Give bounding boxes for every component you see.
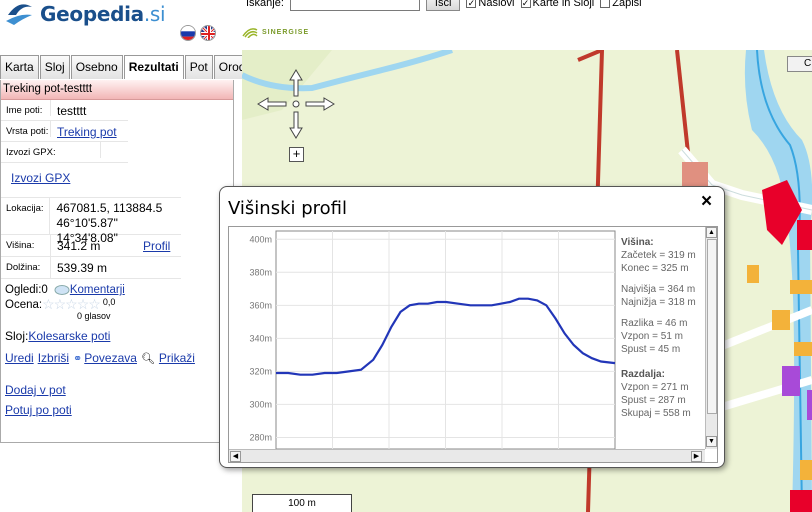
checkbox-records[interactable]: Zapisi — [600, 0, 642, 9]
stat-end: Konec = 325 m — [621, 263, 689, 274]
sinergise-text: SINERGISE — [262, 28, 310, 36]
delete-link[interactable]: Izbriši — [38, 351, 69, 365]
y-tick-label: 320m — [249, 366, 272, 376]
edit-link[interactable]: Uredi — [5, 351, 34, 365]
scroll-up-icon[interactable]: ▲ — [706, 227, 717, 238]
zoom-in-button[interactable]: + — [289, 147, 304, 162]
length-value: 539.39 m — [57, 261, 108, 275]
stat-dist-total: Skupaj = 558 m — [621, 408, 691, 419]
sinergise-logo[interactable]: SINERGISE — [242, 26, 309, 38]
gpx-label: Izvozi GPX: — [1, 142, 101, 158]
chain-link-icon: ⚭ — [73, 352, 83, 365]
stat-height-header: Višina: — [621, 237, 654, 248]
location-label: Lokacija: — [1, 198, 51, 234]
stat-highest: Najvišja = 364 m — [621, 284, 696, 295]
height-value: 341.2 m — [57, 239, 101, 253]
scroll-left-icon[interactable]: ◀ — [230, 451, 241, 462]
elevation-chart: 280m 300m 320m 340m 360m 380m 400m — [249, 230, 616, 449]
panel-title: Treking pot-testttt — [1, 80, 233, 100]
y-tick-label: 280m — [249, 432, 272, 442]
export-gpx-link[interactable]: Izvozi GPX — [11, 171, 70, 185]
checkbox-names-label: Naslovi — [478, 0, 515, 9]
stats-panel: Višina: Začetek = 319 m Konec = 325 m Na… — [621, 231, 711, 419]
elevation-profile-dialog: Višinski profil × 280m 300m 320m 340m 360m 38… — [219, 186, 725, 468]
scroll-down-icon[interactable]: ▼ — [706, 436, 717, 447]
search-bar: Iskanje: Išči ✓ Naslovi ✓ Karte in Sloji Z… — [246, 0, 642, 11]
y-tick-label: 400m — [249, 234, 272, 244]
layer-link[interactable]: Kolesarske poti — [28, 329, 110, 343]
sinergise-icon — [242, 28, 258, 38]
slovenian-flag-icon[interactable] — [180, 25, 196, 41]
logo-text: Geopedia.si — [40, 2, 166, 26]
results-panel: Treking pot-testttt Ime poti: testttt Vrs… — [0, 80, 234, 443]
dialog-title: Višinski profil — [228, 198, 348, 219]
stat-dist-ascent: Vzpon = 271 m — [621, 382, 689, 393]
geopedia-logo[interactable]: Geopedia.si — [4, 0, 166, 28]
map-pan-control[interactable] — [256, 68, 336, 140]
search-label: Iskanje: — [246, 0, 284, 9]
stat-descent: Spust = 45 m — [621, 344, 681, 355]
layer-label: Sloj: — [5, 329, 29, 343]
tab-osebno[interactable]: Osebno — [70, 55, 123, 79]
views-count: Ogledi:0 — [5, 284, 48, 296]
location-line1: 467081.5, 113884.5 — [56, 201, 163, 215]
stat-ascent: Vzpon = 51 m — [621, 331, 683, 342]
tab-bar: Karta Sloj Osebno Rezultati Pot Orodja — [0, 55, 261, 79]
scrollbar-thumb[interactable] — [707, 239, 717, 414]
map-corner-button[interactable]: C — [787, 56, 812, 72]
tab-sloj[interactable]: Sloj — [39, 55, 70, 79]
magnifier-icon: 🔍︎ — [140, 352, 155, 365]
checkbox-maps[interactable]: ✓ Karte in Sloji — [520, 0, 595, 9]
type-label: Vrsta poti: — [1, 121, 51, 137]
tab-rezultati[interactable]: Rezultati — [123, 55, 184, 79]
name-value: testttt — [57, 104, 87, 118]
type-link[interactable]: Treking pot — [51, 121, 117, 139]
votes-count: 0 glasov — [77, 311, 111, 321]
checkbox-maps-label: Karte in Sloji — [532, 0, 595, 9]
rating-value: 0,0 — [102, 296, 116, 307]
search-button[interactable]: Išči — [425, 0, 461, 11]
stat-diff: Razlika = 46 m — [621, 318, 688, 329]
search-input[interactable] — [289, 0, 420, 11]
comments-link[interactable]: Komentarji — [70, 284, 125, 296]
stat-start: Začetek = 319 m — [621, 250, 696, 261]
scroll-right-icon[interactable]: ▶ — [691, 451, 702, 462]
height-label: Višina: — [1, 235, 51, 256]
profile-link[interactable]: Profil — [137, 235, 170, 253]
y-tick-label: 380m — [249, 267, 272, 277]
connection-link[interactable]: Povezava — [84, 351, 137, 365]
tab-pot[interactable]: Pot — [184, 55, 213, 79]
show-link[interactable]: Prikaži — [159, 351, 195, 365]
close-icon[interactable]: × — [701, 191, 712, 213]
y-tick-label: 360m — [249, 300, 272, 310]
travel-route-link[interactable]: Potuj po poti — [5, 403, 72, 417]
y-tick-label: 300m — [249, 399, 272, 409]
map-scale-bar: 100 m — [252, 494, 352, 512]
geopedia-logo-icon — [4, 1, 34, 27]
stat-distance-header: Razdalja: — [621, 369, 665, 380]
rating-label: Ocena: — [5, 298, 43, 311]
add-to-route-link[interactable]: Dodaj v pot — [5, 383, 66, 397]
name-label: Ime poti: — [1, 100, 51, 116]
tab-karta[interactable]: Karta — [0, 55, 39, 79]
y-tick-label: 340m — [249, 333, 272, 343]
length-label: Dolžina: — [1, 257, 51, 278]
vertical-scrollbar[interactable]: ▲ ▼ — [705, 227, 717, 449]
stat-dist-descent: Spust = 287 m — [621, 395, 686, 406]
english-flag-icon[interactable] — [200, 25, 216, 41]
stat-lowest: Najnižja = 318 m — [621, 297, 696, 308]
checkbox-names[interactable]: ✓ Naslovi — [466, 0, 515, 9]
chart-frame: 280m 300m 320m 340m 360m 380m 400m Višina: Zač… — [228, 226, 718, 463]
checkbox-records-label: Zapisi — [612, 0, 642, 9]
comment-icon — [54, 284, 70, 296]
horizontal-scrollbar[interactable]: ◀ ▶ — [229, 449, 705, 462]
